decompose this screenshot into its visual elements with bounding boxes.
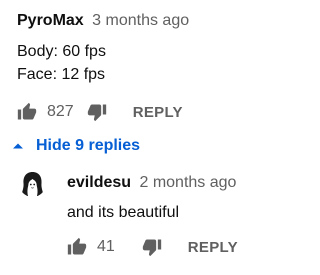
reply-text: and its beautiful xyxy=(67,204,180,221)
reply-like-button[interactable] xyxy=(67,237,87,257)
like-count: 827 xyxy=(47,103,74,120)
thumbs-up-icon xyxy=(67,237,87,255)
caret-up-icon xyxy=(13,143,23,149)
comment-text-line-1: Body: 60 fps xyxy=(17,43,106,60)
reply-actions: 41 REPLY xyxy=(67,237,238,257)
thumbs-down-icon xyxy=(87,104,106,122)
thumbs-up-icon xyxy=(17,102,37,120)
avatar[interactable] xyxy=(19,170,46,197)
dislike-button[interactable] xyxy=(87,102,107,122)
reply-button[interactable]: REPLY xyxy=(133,104,183,121)
comment-actions: 827 REPLY xyxy=(17,102,183,122)
reply-reply-button[interactable]: REPLY xyxy=(188,239,238,256)
hide-replies-label[interactable]: Hide 9 replies xyxy=(36,137,140,155)
reply-dislike-button[interactable] xyxy=(142,237,162,257)
thumbs-down-icon xyxy=(142,239,161,257)
comment-author[interactable]: PyroMax xyxy=(17,12,84,29)
comment-text-line-2: Face: 12 fps xyxy=(17,66,106,83)
hide-replies-toggle[interactable]: Hide 9 replies xyxy=(12,137,140,155)
reply-timestamp[interactable]: 2 months ago xyxy=(139,174,236,191)
user-avatar-image xyxy=(19,170,46,197)
reply-like-count: 41 xyxy=(97,238,115,255)
like-button[interactable] xyxy=(17,102,37,122)
reply-author[interactable]: evildesu xyxy=(67,174,131,191)
comment-timestamp[interactable]: 3 months ago xyxy=(92,12,189,29)
reply-header: evildesu 2 months ago xyxy=(67,174,236,192)
comment-header: PyroMax 3 months ago xyxy=(17,12,189,30)
